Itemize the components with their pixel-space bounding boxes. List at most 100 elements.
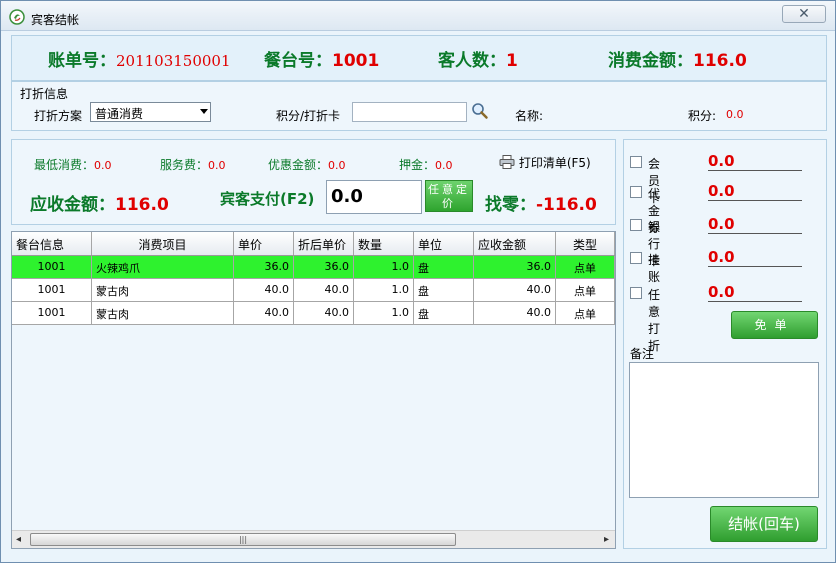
any-discount-label: 任意打折 (648, 288, 661, 353)
table-row[interactable]: 1001 蒙古肉 40.0 40.0 1.0 盘 40.0 点单 (12, 279, 615, 302)
favor-amount-label: 优惠金额： (268, 158, 329, 172)
table-row[interactable]: 1001 火辣鸡爪 36.0 36.0 1.0 盘 36.0 点单 (12, 256, 615, 279)
min-consume-value: 0.0 (94, 159, 112, 172)
scheme-select-value: 普通消费 (95, 107, 144, 121)
credit-label: 挂 账 (648, 253, 667, 284)
service-fee-value: 0.0 (208, 159, 226, 172)
bank-card-value[interactable]: 0.0 (708, 215, 802, 234)
chevron-down-icon (200, 109, 208, 114)
change: 找零：-116.0 (485, 190, 597, 215)
discount-section-title: 打折信息 (20, 87, 69, 101)
print-button[interactable]: 打印清单(F5) (499, 154, 591, 171)
guest-pay-input[interactable]: 0.0 (326, 180, 422, 214)
checkout-button[interactable]: 结帐(回车) (710, 506, 818, 542)
table-cell: 盘 (414, 279, 474, 301)
consume-amount-label: 消费金额： (608, 51, 693, 71)
free-price-button[interactable]: 任意定价 (425, 180, 473, 212)
window-title: 宾客结帐 (31, 13, 80, 27)
table-cell: 40.0 (474, 302, 556, 324)
service-fee: 服务费：0.0 (160, 156, 226, 173)
printer-icon (499, 155, 515, 169)
payment-methods-panel: 会员卡 0.0 代金券 0.0 银行卡 0.0 挂 账 0.0 任意打折 0.0… (623, 139, 827, 549)
bill-no: 账单号：201103150001 (48, 46, 231, 71)
card-label: 积分/打折卡 (276, 109, 341, 123)
voucher-value[interactable]: 0.0 (708, 182, 802, 201)
any-discount-checkbox[interactable] (630, 287, 642, 299)
card-input[interactable] (352, 102, 467, 122)
table-cell: 蒙古肉 (92, 279, 234, 301)
change-value: -116.0 (536, 195, 597, 215)
column-header[interactable]: 消费项目 (92, 232, 234, 255)
scroll-thumb[interactable]: ||| (30, 533, 456, 546)
service-fee-label: 服务费： (160, 158, 209, 172)
search-icon[interactable] (471, 102, 489, 120)
table-cell: 点单 (556, 302, 615, 324)
receivable: 应收金额：116.0 (30, 190, 169, 215)
favor-amount: 优惠金额：0.0 (268, 156, 346, 173)
table-cell: 盘 (414, 302, 474, 324)
guest-count-value: 1 (506, 51, 518, 71)
free-bill-button[interactable]: 免单 (731, 311, 818, 339)
table-cell: 40.0 (294, 279, 354, 301)
payment-summary: 最低消费：0.0 服务费：0.0 优惠金额：0.0 押金：0.0 打印清单(F5… (11, 139, 616, 225)
bill-header: 账单号：201103150001 餐台号：1001 客人数：1 消费金额：116… (11, 35, 827, 81)
column-header[interactable]: 折后单价 (294, 232, 354, 255)
table-no-value: 1001 (332, 51, 380, 71)
table-cell: 1001 (12, 302, 92, 324)
table-cell: 1.0 (354, 256, 414, 278)
column-header[interactable]: 数量 (354, 232, 414, 255)
deposit-value: 0.0 (435, 159, 453, 172)
table-header: 餐台信息 消费项目 单价 折后单价 数量 单位 应收金额 类型 (12, 232, 615, 256)
deposit: 押金：0.0 (399, 156, 453, 173)
consume-amount-value: 116.0 (693, 51, 747, 71)
scheme-select[interactable]: 普通消费 (90, 102, 211, 122)
table-no-label: 餐台号： (264, 51, 332, 71)
any-discount-value[interactable]: 0.0 (708, 283, 802, 302)
pay-label: 宾客支付(F2) (220, 190, 315, 208)
table-cell: 点单 (556, 279, 615, 301)
guest-count-label: 客人数： (438, 51, 506, 71)
column-header[interactable]: 单价 (234, 232, 294, 255)
bank-card-checkbox[interactable] (630, 219, 642, 231)
member-card-checkbox[interactable] (630, 156, 642, 168)
member-card-value[interactable]: 0.0 (708, 152, 802, 171)
table-cell: 1.0 (354, 279, 414, 301)
voucher-checkbox[interactable] (630, 186, 642, 198)
table-cell: 40.0 (234, 279, 294, 301)
consume-amount: 消费金额：116.0 (608, 46, 747, 71)
name-label: 名称: (515, 109, 544, 123)
table-cell: 1.0 (354, 302, 414, 324)
column-header[interactable]: 类型 (556, 232, 615, 255)
table-row[interactable]: 1001 蒙古肉 40.0 40.0 1.0 盘 40.0 点单 (12, 302, 615, 325)
order-items-table: 餐台信息 消费项目 单价 折后单价 数量 单位 应收金额 类型 1001 火辣鸡爪 36.0 36.… (11, 231, 616, 549)
column-header[interactable]: 应收金额 (474, 232, 556, 255)
horizontal-scrollbar[interactable]: ◂ ||| ▸ (12, 530, 615, 548)
min-consume: 最低消费：0.0 (34, 156, 112, 173)
table-cell: 点单 (556, 256, 615, 278)
bill-no-label: 账单号： (48, 51, 116, 71)
credit-checkbox[interactable] (630, 252, 642, 264)
credit-value[interactable]: 0.0 (708, 248, 802, 267)
table-cell: 40.0 (474, 279, 556, 301)
scroll-right-icon[interactable]: ▸ (604, 534, 609, 545)
scroll-left-icon[interactable]: ◂ (16, 534, 21, 545)
table-cell: 40.0 (294, 302, 354, 324)
min-consume-label: 最低消费： (34, 158, 95, 172)
table-cell: 36.0 (234, 256, 294, 278)
table-cell: 蒙古肉 (92, 302, 234, 324)
table-cell: 火辣鸡爪 (92, 256, 234, 278)
title-bar: 宾客结帐 ✕ (1, 1, 835, 31)
remark-label: 备注 (630, 347, 655, 361)
table-cell: 36.0 (474, 256, 556, 278)
close-button[interactable]: ✕ (782, 5, 826, 23)
table-cell: 1001 (12, 279, 92, 301)
column-header[interactable]: 单位 (414, 232, 474, 255)
remark-textarea[interactable] (629, 362, 819, 498)
checkout-window: 宾客结帐 ✕ 账单号：201103150001 餐台号：1001 客人数：1 消… (0, 0, 836, 563)
column-header[interactable]: 餐台信息 (12, 232, 92, 255)
receivable-value: 116.0 (115, 195, 169, 215)
points-value: 0.0 (726, 108, 744, 121)
discount-section: 打折信息 打折方案 普通消费 积分/打折卡 名称: 积分: 0.0 (11, 81, 827, 131)
points-label: 积分: (688, 109, 717, 123)
deposit-label: 押金： (399, 158, 436, 172)
